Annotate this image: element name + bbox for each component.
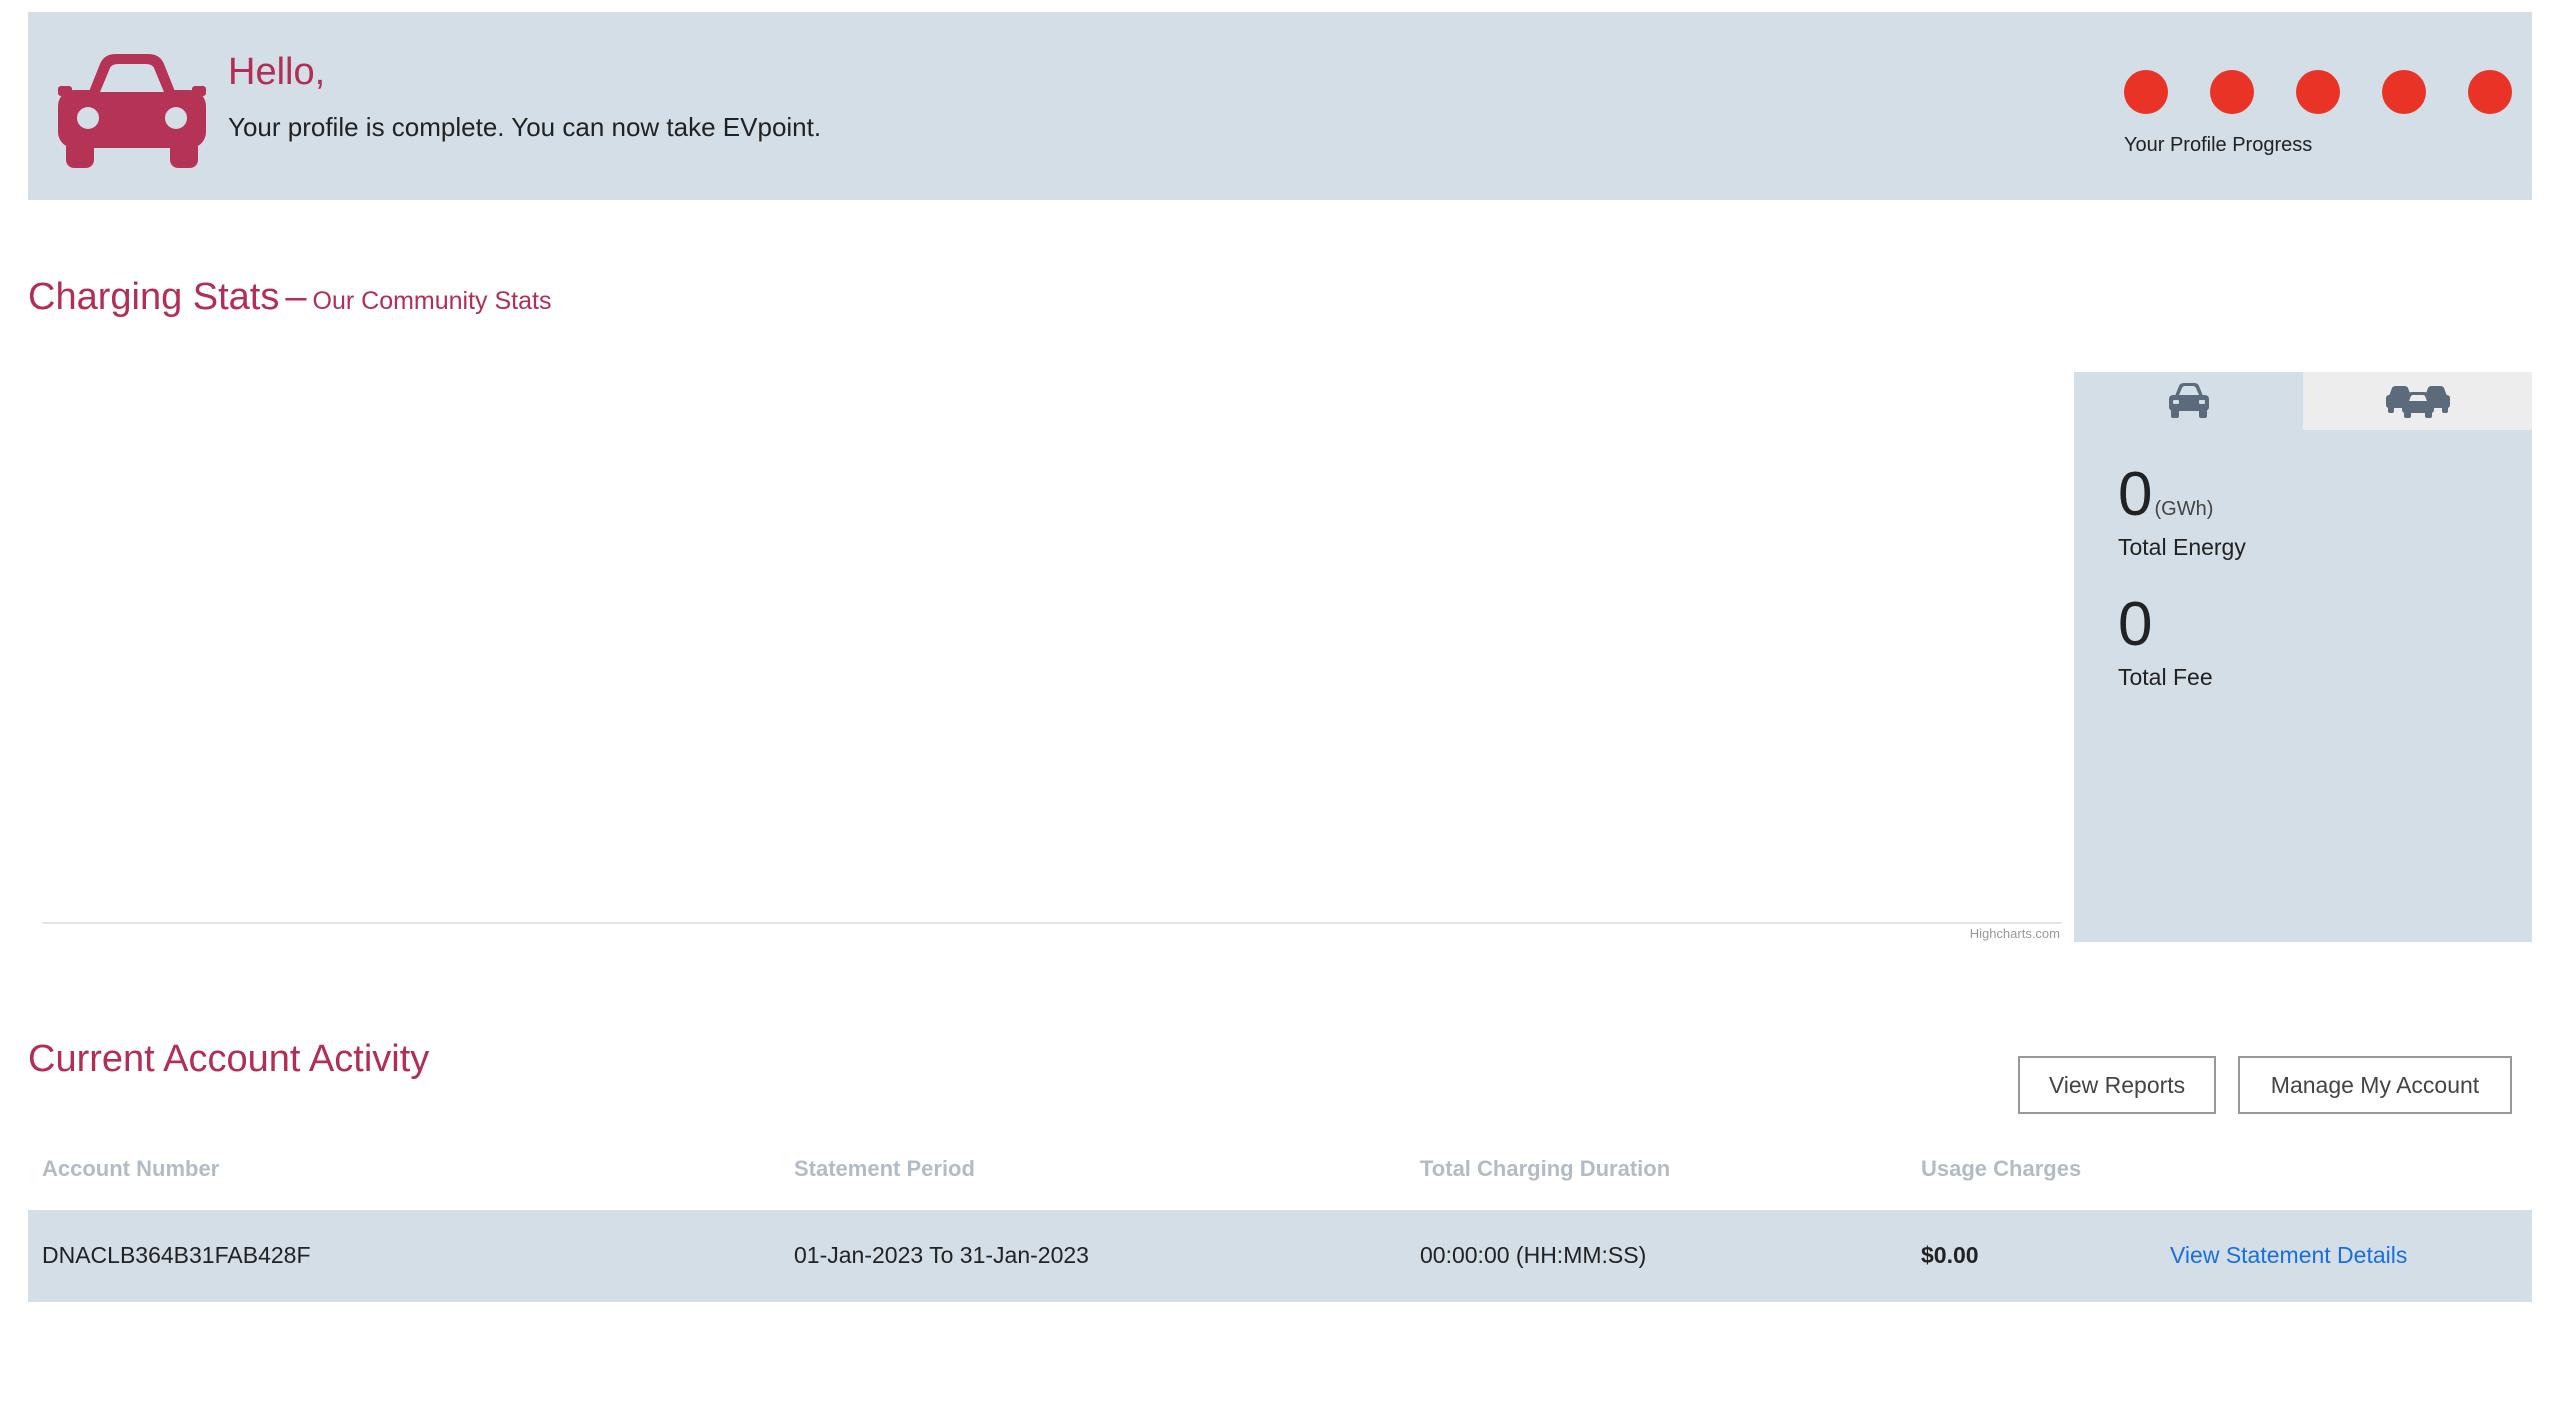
progress-dot <box>2296 70 2340 114</box>
total-energy-label: Total Energy <box>2118 534 2246 560</box>
charging-stats-title: Charging Stats – Our Community Stats <box>28 276 551 319</box>
tab-single-car[interactable] <box>2074 372 2303 430</box>
total-energy-number: 0 <box>2118 460 2153 529</box>
col-usage-charges: Usage Charges <box>1921 1156 2082 1181</box>
progress-dot <box>2468 70 2512 114</box>
statement-period-cell: 01-Jan-2023 To 31-Jan-2023 <box>794 1242 1089 1268</box>
profile-banner: Hello, Your profile is complete. You can… <box>28 12 2532 200</box>
progress-dot <box>2124 70 2168 114</box>
progress-dots <box>2124 70 2524 116</box>
account-activity-title: Current Account Activity <box>28 1038 430 1080</box>
profile-progress: Your Profile Progress <box>2124 60 2524 160</box>
progress-dot <box>2210 70 2254 114</box>
total-energy-value: 0 (GWh) <box>2118 464 2213 526</box>
activity-table-header: Account Number Statement Period Total Ch… <box>28 1148 2532 1192</box>
table-row: DNACLB364B31FAB428F 01-Jan-2023 To 31-Ja… <box>28 1210 2532 1302</box>
account-number-cell: DNACLB364B31FAB428F <box>42 1242 311 1268</box>
tab-community-cars[interactable] <box>2303 372 2532 430</box>
view-reports-button[interactable]: View Reports <box>2018 1056 2216 1114</box>
col-total-charging-duration: Total Charging Duration <box>1420 1156 1671 1181</box>
stats-tabs <box>2074 372 2532 430</box>
col-account-number: Account Number <box>42 1156 220 1181</box>
community-stats-subtitle: Our Community Stats <box>312 287 552 315</box>
car-icon <box>2168 383 2209 418</box>
cars-icon <box>2385 386 2450 418</box>
total-energy-unit: (GWh) <box>2154 498 2214 520</box>
total-fee-label: Total Fee <box>2118 664 2213 690</box>
profile-complete-message: Your profile is complete. You can now ta… <box>228 112 822 142</box>
charging-duration-cell: 00:00:00 (HH:MM:SS) <box>1420 1242 1647 1268</box>
community-stats-panel: 0 (GWh) Total Energy 0 Total Fee <box>2074 372 2532 942</box>
title-dash: – <box>285 276 307 318</box>
view-statement-details-link[interactable]: View Statement Details <box>2170 1242 2407 1269</box>
charging-stats-heading: Charging Stats <box>28 276 280 318</box>
charging-stats-chart: Highcharts.com <box>28 372 2074 942</box>
usage-charges-cell: $0.00 <box>1921 1242 1979 1268</box>
col-statement-period: Statement Period <box>794 1156 975 1181</box>
greeting-text: Hello, <box>228 51 326 93</box>
total-fee-value: 0 <box>2118 590 2153 659</box>
progress-dot <box>2382 70 2426 114</box>
car-icon <box>58 54 206 168</box>
chart-credits[interactable]: Highcharts.com <box>1970 926 2060 941</box>
profile-progress-label: Your Profile Progress <box>2124 134 2313 156</box>
chart-baseline <box>42 922 2062 924</box>
manage-account-button[interactable]: Manage My Account <box>2238 1056 2512 1114</box>
